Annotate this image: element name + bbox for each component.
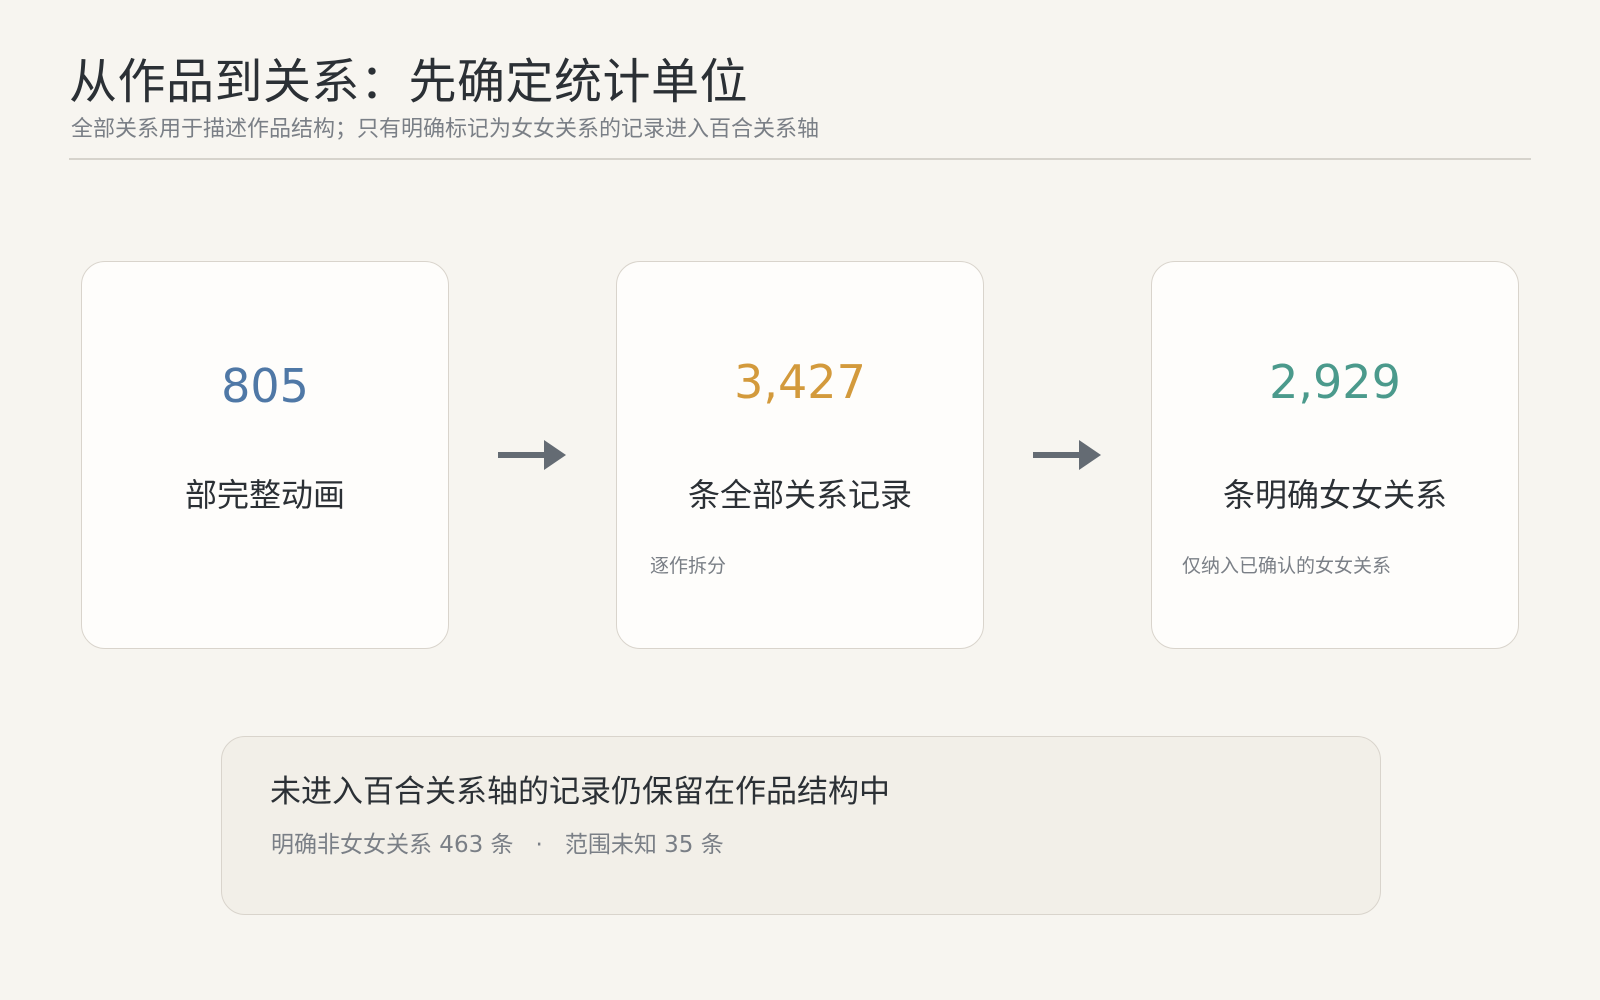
- unknown-scope-count: 范围未知 35 条: [564, 832, 724, 858]
- page-subtitle: 全部关系用于描述作品结构；只有明确标记为女女关系的记录进入百合关系轴: [71, 117, 820, 142]
- card-value: 3,427: [734, 355, 866, 409]
- card-note: 仅纳入已确认的女女关系: [1182, 555, 1392, 577]
- page-title: 从作品到关系：先确定统计单位: [69, 54, 749, 110]
- non-ff-count: 明确非女女关系 463 条: [271, 832, 514, 858]
- page: 从作品到关系：先确定统计单位 全部关系用于描述作品结构；只有明确标记为女女关系的…: [0, 0, 1600, 1000]
- card-animations: 805 部完整动画: [81, 261, 449, 649]
- header-divider: [69, 158, 1531, 160]
- card-value: 2,929: [1269, 355, 1401, 409]
- detail-separator: ·: [535, 832, 543, 858]
- card-note: 逐作拆分: [650, 555, 727, 577]
- card-label: 条明确女女关系: [1222, 476, 1447, 514]
- card-ff-relations: 2,929 条明确女女关系 仅纳入已确认的女女关系: [1151, 261, 1519, 649]
- card-label: 条全部关系记录: [687, 476, 912, 514]
- retained-records-title: 未进入百合关系轴的记录仍保留在作品结构中: [270, 774, 890, 810]
- arrow-right-icon: [498, 440, 566, 470]
- card-all-relations: 3,427 条全部关系记录 逐作拆分: [616, 261, 984, 649]
- card-label: 部完整动画: [184, 476, 345, 514]
- retained-records-detail: 明确非女女关系 463 条 · 范围未知 35 条: [271, 829, 724, 861]
- card-value: 805: [221, 359, 309, 413]
- retained-records-box: 未进入百合关系轴的记录仍保留在作品结构中 明确非女女关系 463 条 · 范围未知 …: [221, 736, 1381, 915]
- arrow-right-icon: [1033, 440, 1101, 470]
